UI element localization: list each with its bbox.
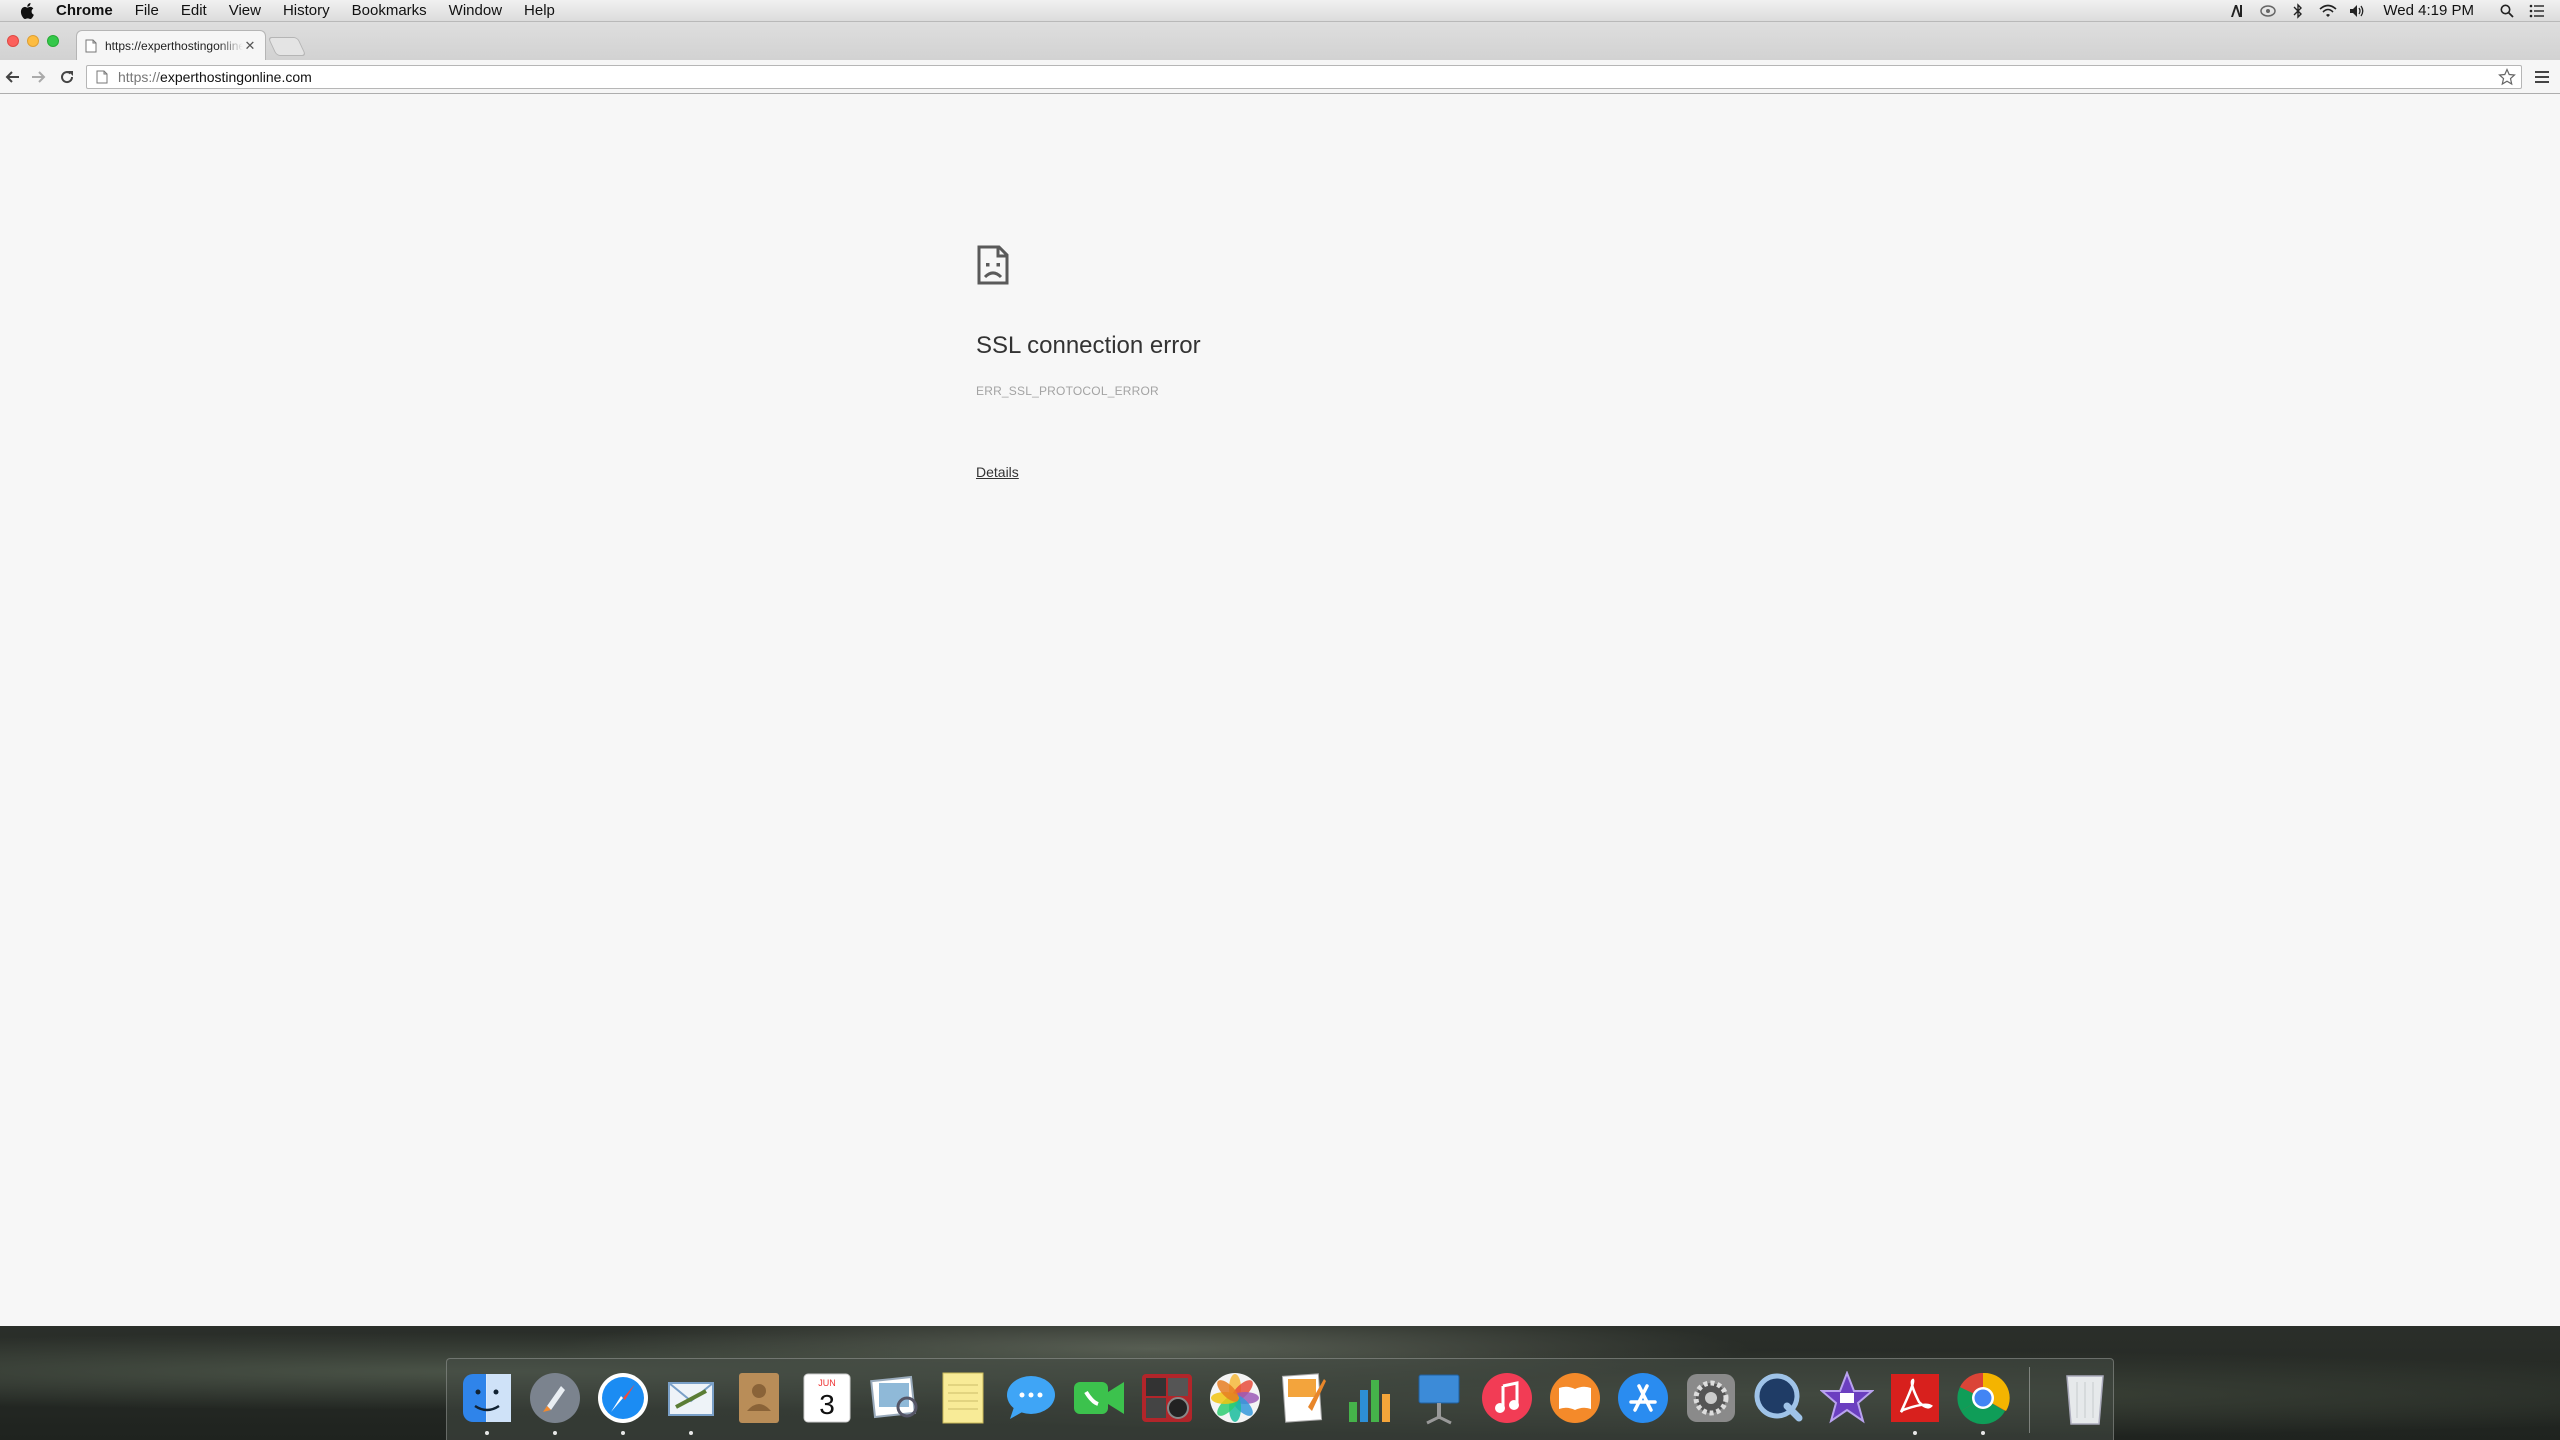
status-area: Wed 4:19 PM (2219, 0, 2560, 22)
imovie-icon[interactable] (1817, 1368, 1877, 1428)
tab-active[interactable]: https://experthostingonline.com ✕ (76, 30, 266, 60)
bluetooth-icon[interactable] (2287, 2, 2309, 19)
photo-booth-icon[interactable] (1137, 1368, 1197, 1428)
menu-file[interactable]: File (135, 2, 159, 19)
facetime-icon[interactable] (1069, 1368, 1129, 1428)
messages-icon[interactable] (1001, 1368, 1061, 1428)
dock-running-indicator (485, 1431, 489, 1435)
dock-running-indicator (553, 1431, 557, 1435)
window-close-button[interactable] (7, 35, 19, 47)
spotlight-status-icon[interactable] (2257, 3, 2279, 19)
reload-icon[interactable] (57, 67, 77, 87)
menu-bar: Chrome File Edit View History Bookmarks … (0, 0, 2560, 22)
safari-icon[interactable] (593, 1368, 653, 1428)
page-favicon-icon (85, 39, 97, 53)
calendar-icon[interactable]: JUN 3 (797, 1368, 857, 1428)
dock-running-indicator (1981, 1431, 1985, 1435)
apple-menu-icon[interactable] (20, 2, 40, 19)
menu-view[interactable]: View (229, 2, 261, 19)
menu-bookmarks[interactable]: Bookmarks (352, 2, 427, 19)
keynote-icon[interactable] (1409, 1368, 1469, 1428)
menu-app-chrome[interactable]: Chrome (56, 2, 113, 19)
dock-separator (2029, 1367, 2030, 1433)
page-info-icon[interactable] (96, 70, 108, 84)
menu-window[interactable]: Window (449, 2, 502, 19)
wifi-icon[interactable] (2317, 3, 2339, 19)
numbers-icon[interactable] (1341, 1368, 1401, 1428)
details-link[interactable]: Details (976, 464, 1019, 480)
ibooks-icon[interactable] (1545, 1368, 1605, 1428)
window-zoom-button[interactable] (47, 35, 59, 47)
url-scheme: https:// (118, 69, 161, 85)
launchpad-icon[interactable] (525, 1368, 585, 1428)
back-arrow-icon[interactable] (2, 67, 22, 87)
forward-arrow-icon[interactable] (29, 67, 49, 87)
menu-history[interactable]: History (283, 2, 330, 19)
address-bar[interactable]: https://experthostingonline.com (86, 65, 2522, 89)
notes-icon[interactable] (933, 1368, 993, 1428)
error-title: SSL connection error (976, 332, 1201, 359)
svg-text:3: 3 (819, 1389, 835, 1420)
finder-icon[interactable] (457, 1368, 517, 1428)
dock-running-indicator (621, 1431, 625, 1435)
url-host: experthostingonline.com (160, 69, 312, 85)
dock-running-indicator (1913, 1431, 1917, 1435)
system-preferences-icon[interactable] (1681, 1368, 1741, 1428)
svg-text:JUN: JUN (818, 1378, 836, 1388)
window-minimize-button[interactable] (27, 35, 39, 47)
quicktime-icon[interactable] (1749, 1368, 1809, 1428)
pages-icon[interactable] (1273, 1368, 1333, 1428)
menu-help[interactable]: Help (524, 2, 555, 19)
volume-icon[interactable] (2347, 3, 2369, 19)
preview-icon[interactable] (865, 1368, 925, 1428)
mail-icon[interactable] (661, 1368, 721, 1428)
trash-icon[interactable] (2055, 1368, 2115, 1428)
photos-icon[interactable] (1205, 1368, 1265, 1428)
menu-edit[interactable]: Edit (181, 2, 207, 19)
dock-running-indicator (689, 1431, 693, 1435)
acrobat-icon[interactable] (1885, 1368, 1945, 1428)
menubar-clock[interactable]: Wed 4:19 PM (2383, 2, 2474, 19)
notification-center-icon[interactable] (2526, 3, 2548, 19)
error-code: ERR_SSL_PROTOCOL_ERROR (976, 384, 1159, 398)
app-store-icon[interactable] (1613, 1368, 1673, 1428)
chrome-menu-icon[interactable] (2532, 67, 2552, 87)
contacts-icon[interactable] (729, 1368, 789, 1428)
search-icon[interactable] (2496, 3, 2518, 19)
dock: JUN 3 (446, 1358, 2114, 1440)
chrome-icon[interactable] (1953, 1368, 2013, 1428)
browser-toolbar: https://experthostingonline.com (0, 60, 2560, 94)
tab-strip: https://experthostingonline.com ✕ (0, 22, 2560, 60)
tab-title: https://experthostingonline.com (105, 38, 243, 53)
address-url[interactable]: https://experthostingonline.com (118, 69, 312, 85)
itunes-icon[interactable] (1477, 1368, 1537, 1428)
new-tab-button[interactable] (267, 37, 307, 56)
tab-close-icon[interactable]: ✕ (243, 38, 257, 53)
bookmark-star-icon[interactable] (2497, 67, 2517, 87)
adobe-creative-cloud-icon[interactable] (2227, 3, 2249, 19)
sad-page-icon (976, 244, 1010, 286)
page-content: SSL connection error ERR_SSL_PROTOCOL_ER… (0, 94, 2560, 1326)
